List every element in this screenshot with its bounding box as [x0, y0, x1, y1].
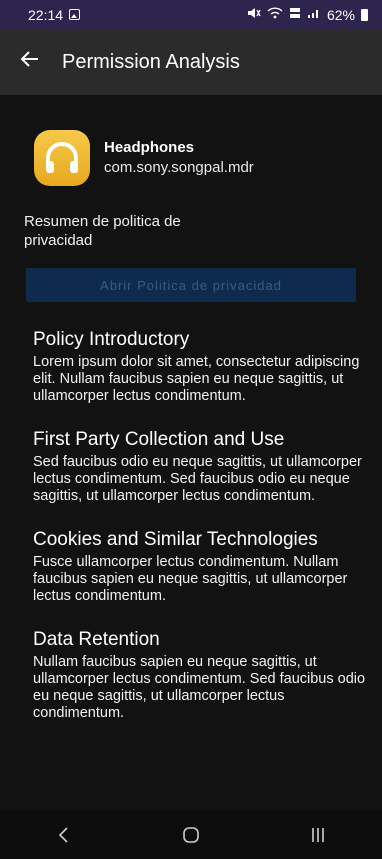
section-body: Sed faucibus odio eu neque sagittis, ut …	[33, 454, 362, 504]
signal-icon	[307, 7, 321, 22]
headphones-icon	[34, 130, 90, 186]
home-nav-icon[interactable]	[161, 815, 221, 855]
app-package: com.sony.songpal.mdr	[104, 159, 254, 176]
page-title: Permission Analysis	[62, 50, 240, 73]
back-button[interactable]	[0, 29, 60, 95]
volte-icon	[289, 7, 301, 22]
section-title: Cookies and Similar Technologies	[33, 529, 318, 550]
section-body: Fusce ullamcorper lectus condimentum. Nu…	[33, 554, 348, 604]
battery-icon	[361, 8, 368, 21]
section-body: Nullam faucibus sapien eu neque sagittis…	[33, 654, 366, 721]
status-bar: 22:14 62%	[0, 0, 382, 29]
status-left: 22:14	[28, 6, 81, 23]
app-name: Headphones	[104, 139, 195, 156]
section-first-party-collection: First Party Collection and Use Sed fauci…	[33, 428, 373, 505]
recents-nav-icon[interactable]	[288, 815, 348, 855]
section-data-retention: Data Retention Nullam faucibus sapien eu…	[33, 628, 373, 722]
status-right: 62%	[247, 7, 368, 23]
navigation-bar	[0, 810, 382, 859]
summary-label: Resumen de politica de privacidad	[24, 213, 181, 249]
back-nav-icon[interactable]	[34, 815, 94, 855]
section-policy-introductory: Policy Introductory Lorem ipsum dolor si…	[33, 328, 373, 405]
arrow-left-icon	[20, 48, 40, 76]
mute-icon	[247, 7, 261, 22]
wifi-icon	[267, 7, 283, 22]
policy-sections: Policy Introductory Lorem ipsum dolor si…	[33, 328, 373, 745]
section-body: Lorem ipsum dolor sit amet, consectetur …	[33, 354, 360, 404]
image-icon	[69, 9, 81, 20]
section-title: First Party Collection and Use	[33, 429, 285, 450]
app-name-block: Headphones com.sony.songpal.mdr	[104, 138, 254, 178]
section-title: Policy Introductory	[33, 329, 190, 350]
app-header: Headphones com.sony.songpal.mdr	[34, 130, 254, 186]
battery-percent: 62%	[326, 6, 355, 23]
section-title: Data Retention	[33, 629, 160, 650]
section-cookies: Cookies and Similar Technologies Fusce u…	[33, 528, 373, 605]
open-policy-button[interactable]: Abrir Politica de privacidad	[26, 268, 356, 302]
status-time: 22:14	[28, 6, 64, 23]
app-bar: Permission Analysis	[0, 29, 382, 95]
